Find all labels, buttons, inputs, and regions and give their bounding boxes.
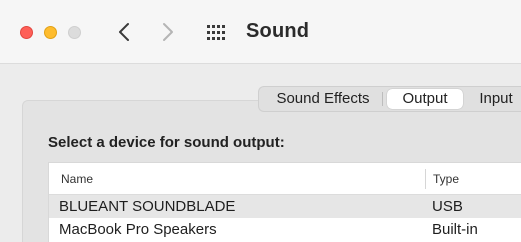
zoom-icon[interactable] bbox=[68, 26, 81, 39]
column-header-name[interactable]: Name bbox=[61, 172, 93, 186]
chevron-right-icon bbox=[163, 23, 173, 41]
tab-divider bbox=[382, 92, 383, 106]
tab-output[interactable]: Output bbox=[387, 89, 463, 109]
window-titlebar: Sound bbox=[0, 0, 521, 64]
device-type: USB bbox=[432, 198, 463, 215]
back-button[interactable] bbox=[114, 18, 134, 46]
device-name: BLUEANT SOUNDBLADE bbox=[59, 198, 236, 215]
close-icon[interactable] bbox=[20, 26, 33, 39]
table-header: Name Type bbox=[49, 163, 521, 195]
tab-bar: Sound Effects Output Input bbox=[258, 86, 521, 112]
forward-button[interactable] bbox=[158, 18, 178, 46]
table-row[interactable]: BLUEANT SOUNDBLADE USB bbox=[49, 195, 521, 218]
minimize-icon[interactable] bbox=[44, 26, 57, 39]
table-row[interactable]: MacBook Pro Speakers Built-in bbox=[49, 218, 521, 241]
device-name: MacBook Pro Speakers bbox=[59, 221, 217, 238]
tab-input[interactable]: Input bbox=[471, 89, 521, 109]
device-type: Built-in bbox=[432, 221, 478, 238]
grid-icon bbox=[207, 25, 225, 40]
output-device-table: Name Type BLUEANT SOUNDBLADE USB MacBook… bbox=[48, 162, 521, 242]
tab-sound-effects[interactable]: Sound Effects bbox=[267, 89, 379, 109]
column-divider bbox=[425, 169, 426, 189]
column-header-type[interactable]: Type bbox=[433, 172, 459, 186]
section-heading: Select a device for sound output: bbox=[48, 134, 285, 151]
chevron-left-icon bbox=[119, 23, 129, 41]
show-all-button[interactable] bbox=[206, 23, 226, 43]
window-title: Sound bbox=[246, 20, 310, 42]
